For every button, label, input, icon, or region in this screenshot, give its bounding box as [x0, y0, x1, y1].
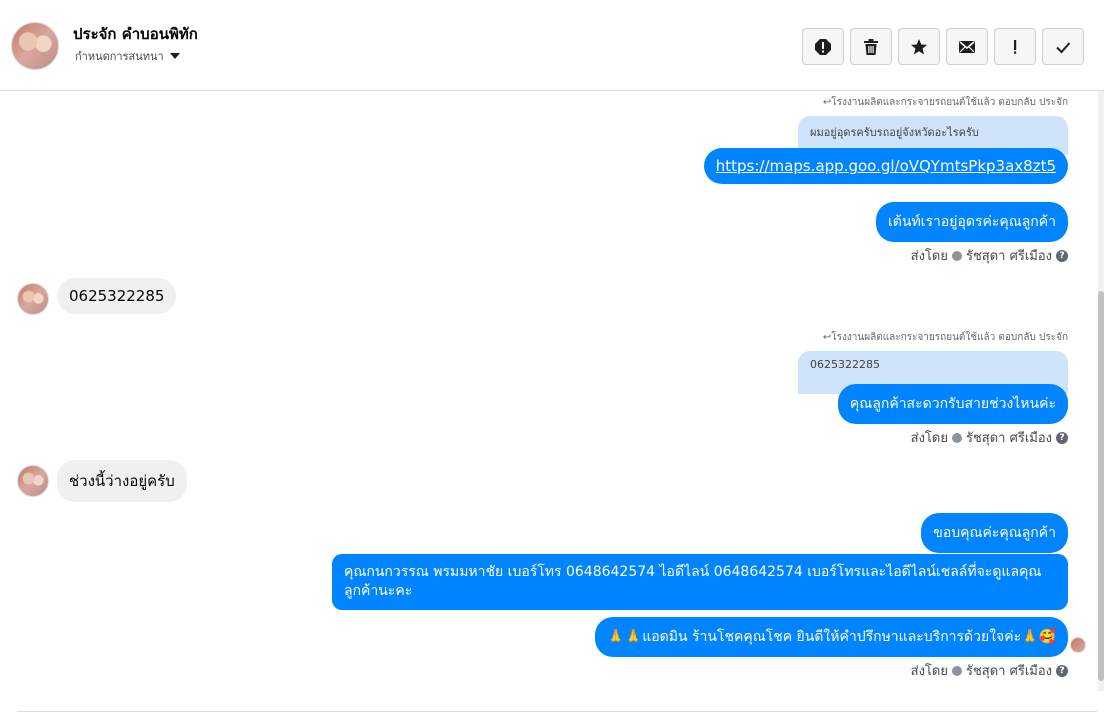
assign-conversation-dropdown[interactable]: กำหนดการสนทนา [75, 47, 180, 65]
assign-label: กำหนดการสนทนา [75, 50, 164, 63]
caret-down-icon [169, 53, 180, 59]
help-icon[interactable]: ? [1056, 664, 1068, 677]
outgoing-message[interactable]: เต้นท์เราอยู่อุดรค่ะคุณลูกค้า [876, 202, 1068, 242]
conversation-toolbar [802, 28, 1084, 65]
sender-name: รัชสุดา ศรีเมือง [965, 249, 1052, 264]
conversation-header: ประจัก คำบอนพิทัก กำหนดการสนทนา [0, 0, 1104, 91]
exclamation-icon [1014, 39, 1017, 54]
star-button[interactable] [898, 28, 940, 65]
spam-icon [815, 38, 831, 55]
incoming-message[interactable]: ช่วงนี้ว่างอยู่ครับ [57, 460, 187, 502]
verified-icon [951, 665, 962, 676]
sent-by-label: ส่งโดย [910, 431, 948, 446]
check-icon [1056, 41, 1071, 53]
scrollbar-thumb[interactable] [1098, 291, 1104, 681]
verified-icon [951, 250, 962, 261]
follow-up-button[interactable] [994, 28, 1036, 65]
mark-done-button[interactable] [1042, 28, 1084, 65]
star-icon [911, 38, 927, 54]
sent-by-label: ส่งโดย [910, 249, 948, 264]
help-icon[interactable]: ? [1056, 249, 1068, 262]
mark-unread-button[interactable] [946, 28, 988, 65]
incoming-message[interactable]: 0625322285 [57, 278, 177, 314]
reply-context-note: ↩โรงงานผลิตและกระจายรถยนต์ใช้แล้ว ตอบกลั… [822, 97, 1068, 108]
contact-avatar[interactable] [11, 22, 59, 70]
contact-name[interactable]: ประจัก คำบอนพิทัก [73, 22, 198, 46]
seen-avatar [1070, 637, 1086, 653]
delete-button[interactable] [850, 28, 892, 65]
verified-icon [951, 432, 962, 443]
help-icon[interactable]: ? [1056, 431, 1068, 444]
contact-avatar-small[interactable] [17, 465, 49, 497]
sent-by-line: ส่งโดย รัชสุดา ศรีเมือง ? [911, 660, 1068, 681]
reply-context-note: ↩โรงงานผลิตและกระจายรถยนต์ใช้แล้ว ตอบกลั… [822, 332, 1068, 343]
sent-by-line: ส่งโดย รัชสุดา ศรีเมือง ? [911, 427, 1068, 448]
mark-spam-button[interactable] [802, 28, 844, 65]
sent-by-label: ส่งโดย [910, 664, 948, 679]
outgoing-message[interactable]: คุณกนกวรรณ พรมมหาชัย เบอร์โทร 0648642574… [332, 554, 1068, 610]
outgoing-message[interactable]: 🙏🙏แอดมิน ร้านโชคคุณโชค ยินดีให้คำปรึกษาแ… [595, 617, 1068, 657]
outgoing-message[interactable]: ขอบคุณค่ะคุณลูกค้า [921, 513, 1068, 553]
contact-avatar-small[interactable] [17, 283, 49, 315]
trash-icon [864, 38, 878, 55]
sender-name: รัชสุดา ศรีเมือง [965, 431, 1052, 446]
composer-divider [17, 711, 1097, 712]
mail-icon [959, 40, 975, 53]
sender-name: รัชสุดา ศรีเมือง [965, 664, 1052, 679]
outgoing-message[interactable]: คุณลูกค้าสะดวกรับสายช่วงไหนค่ะ [837, 384, 1068, 424]
message-thread: ↩โรงงานผลิตและกระจายรถยนต์ใช้แล้ว ตอบกลั… [0, 91, 1104, 713]
sent-by-line: ส่งโดย รัชสุดา ศรีเมือง ? [911, 245, 1068, 266]
outgoing-message-link[interactable]: https://maps.app.goo.gl/oVQYmtsPkp3ax8zt… [703, 148, 1068, 184]
